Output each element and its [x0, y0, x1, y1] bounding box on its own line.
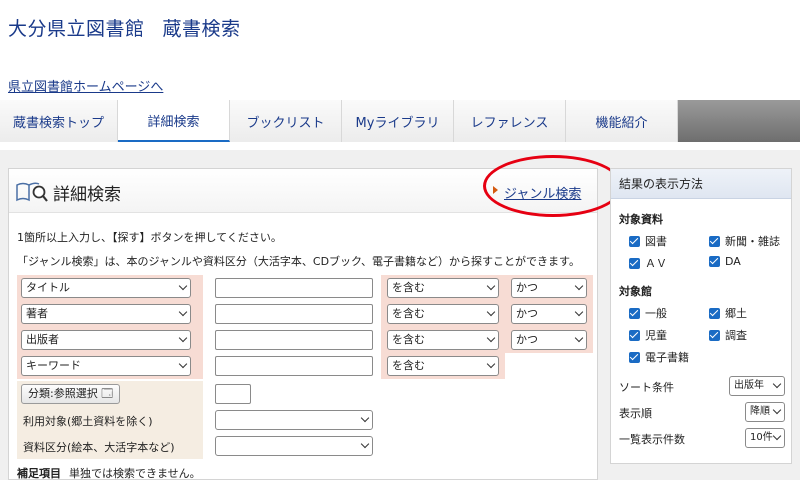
checkbox-checked-icon: [629, 257, 640, 269]
join-select-author[interactable]: かつ: [511, 304, 587, 324]
chevron-down-icon: [360, 439, 370, 449]
result-display-title: 結果の表示方法: [611, 169, 791, 199]
condition-select-author[interactable]: を含む: [387, 304, 499, 324]
checkbox-research[interactable]: 調査: [709, 327, 747, 343]
checkbox-ebooks[interactable]: 電子書籍: [629, 349, 689, 365]
arrow-right-icon: [493, 186, 498, 194]
material-label: 資料区分(絵本、大活字本など): [23, 441, 175, 454]
chevron-down-icon: [772, 431, 782, 441]
site-title-library: 大分県立図書館: [8, 18, 145, 40]
advanced-search-panel: 詳細検索 ジャンル検索 1箇所以上入力し、【探す】ボタンを押してください。 「ジ…: [8, 155, 623, 480]
tab-reference[interactable]: レファレンス: [454, 100, 566, 142]
checkbox-general[interactable]: 一般: [629, 305, 667, 321]
checkbox-checked-icon: [629, 235, 640, 247]
tab-bar-filler: [678, 100, 800, 142]
chevron-down-icon: [486, 307, 496, 317]
checkbox-checked-icon: [629, 307, 640, 319]
checkbox-checked-icon: [709, 307, 720, 319]
target-label: 利用対象(郷土資料を除く): [23, 415, 153, 428]
chevron-down-icon: [178, 359, 188, 369]
tab-my-library[interactable]: Myライブラリ: [342, 100, 454, 142]
genre-instruction-text: 「ジャンル検索」は、本のジャンルや資料区分（大活字本、CDブック、電子書籍など）…: [17, 255, 580, 268]
chevron-down-icon: [178, 307, 188, 317]
checkbox-da[interactable]: DA: [709, 255, 741, 268]
search-row-author: 著者 を含む かつ: [17, 301, 593, 327]
sort-label: ソート条件: [619, 381, 674, 394]
search-input-title[interactable]: [215, 278, 373, 298]
search-input-publisher[interactable]: [215, 330, 373, 350]
order-select[interactable]: 降順: [745, 402, 785, 422]
checkbox-checked-icon: [629, 351, 640, 363]
field-select-publisher[interactable]: 出版者: [21, 330, 191, 350]
field-select-author[interactable]: 著者: [21, 304, 191, 324]
search-row-keyword: キーワード を含む: [17, 353, 593, 379]
supplement-label: 補足項目: [17, 467, 61, 480]
material-select[interactable]: [215, 436, 373, 456]
tab-book-list[interactable]: ブックリスト: [230, 100, 342, 142]
checkbox-checked-icon: [709, 256, 720, 267]
chevron-down-icon: [486, 333, 496, 343]
checkbox-checked-icon: [709, 329, 720, 341]
chevron-down-icon: [360, 413, 370, 423]
supplement-text: 単独では検索できません。: [69, 467, 201, 480]
library-section-label: 対象館: [619, 285, 652, 298]
search-row-publisher: 出版者 を含む かつ: [17, 327, 593, 353]
sort-select[interactable]: 出版年: [729, 376, 785, 396]
material-row: 資料区分(絵本、大活字本など): [17, 433, 381, 459]
chevron-down-icon: [772, 379, 782, 389]
checkbox-children[interactable]: 児童: [629, 327, 667, 343]
condition-select-publisher[interactable]: を含む: [387, 330, 499, 350]
field-select-title[interactable]: タイトル: [21, 278, 191, 298]
checkbox-books[interactable]: 図書: [629, 233, 667, 249]
chevron-down-icon: [178, 281, 188, 291]
count-label: 一覧表示件数: [619, 433, 685, 446]
checkbox-checked-icon: [709, 235, 720, 247]
checkbox-checked-icon: [629, 329, 640, 341]
order-label: 表示順: [619, 407, 652, 420]
site-title-search: 蔵書検索: [162, 18, 241, 40]
main-nav-tabs: 蔵書検索トップ 詳細検索 ブックリスト Myライブラリ レファレンス 機能紹介: [0, 100, 800, 142]
site-title: 大分県立図書館 蔵書検索: [8, 14, 241, 41]
chevron-down-icon: [772, 405, 782, 415]
instruction-text: 1箇所以上入力し、【探す】ボタンを押してください。: [17, 231, 282, 244]
page-title: 詳細検索: [53, 185, 121, 205]
window-icon: 🗔: [101, 387, 114, 400]
material-section-label: 対象資料: [619, 213, 663, 226]
classification-row: 分類:参照選択 🗔: [17, 381, 381, 407]
chevron-down-icon: [178, 333, 188, 343]
checkbox-local[interactable]: 郷土: [709, 305, 747, 321]
chevron-down-icon: [486, 359, 496, 369]
genre-search-link[interactable]: ジャンル検索: [504, 183, 581, 202]
book-search-icon: [16, 182, 48, 202]
checkbox-av[interactable]: ＡＶ: [629, 255, 667, 271]
classification-select-button[interactable]: 分類:参照選択 🗔: [21, 384, 121, 404]
tab-advanced-search[interactable]: 詳細検索: [118, 100, 230, 142]
target-row: 利用対象(郷土資料を除く): [17, 407, 381, 433]
classification-input[interactable]: [215, 384, 251, 404]
home-page-link[interactable]: 県立図書館ホームページへ: [8, 76, 163, 95]
join-select-publisher[interactable]: かつ: [511, 330, 587, 350]
search-row-title: タイトル を含む かつ: [17, 275, 593, 301]
checkbox-newspapers[interactable]: 新聞・雑誌: [709, 233, 780, 249]
chevron-down-icon: [486, 281, 496, 291]
search-input-keyword[interactable]: [215, 356, 373, 376]
target-select[interactable]: [215, 410, 373, 430]
chevron-down-icon: [574, 333, 584, 343]
tab-features[interactable]: 機能紹介: [566, 100, 678, 142]
supplement-note: 補足項目 単独では検索できません。: [17, 465, 201, 480]
count-select[interactable]: 10件: [745, 428, 785, 448]
chevron-down-icon: [574, 307, 584, 317]
panel-header: 詳細検索 ジャンル検索: [9, 155, 623, 217]
result-display-panel: 結果の表示方法 対象資料 図書 新聞・雑誌 ＡＶ DA 対象館 一般 郷土 児童…: [610, 168, 792, 464]
condition-select-title[interactable]: を含む: [387, 278, 499, 298]
search-input-author[interactable]: [215, 304, 373, 324]
condition-select-keyword[interactable]: を含む: [387, 356, 499, 376]
field-select-keyword[interactable]: キーワード: [21, 356, 191, 376]
tab-catalog-top[interactable]: 蔵書検索トップ: [0, 100, 118, 142]
chevron-down-icon: [574, 281, 584, 291]
join-select-title[interactable]: かつ: [511, 278, 587, 298]
